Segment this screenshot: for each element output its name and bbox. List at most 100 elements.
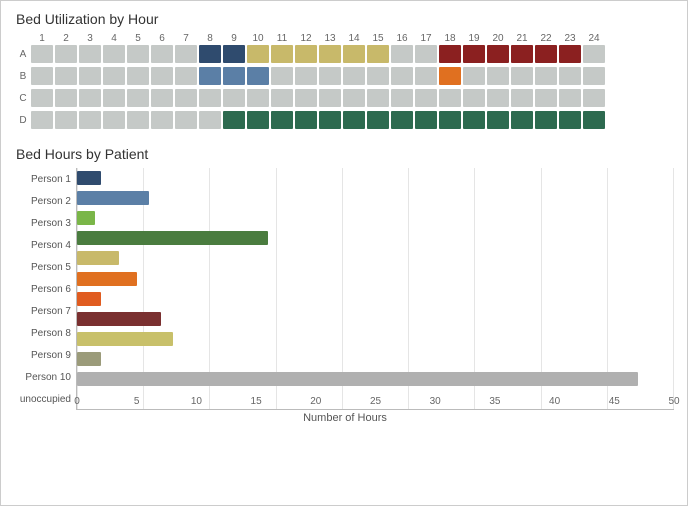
grid-cell <box>439 45 461 63</box>
grid-col-label: 23 <box>558 33 582 44</box>
bar <box>77 272 137 286</box>
grid-cell <box>535 111 557 129</box>
grid-cell <box>175 45 197 63</box>
grid-cell <box>151 67 173 85</box>
grid-cell <box>391 67 413 85</box>
grid-cell <box>343 45 365 63</box>
grid-cell <box>103 111 125 129</box>
grid-cell <box>31 45 53 63</box>
grid-cell <box>127 67 149 85</box>
grid-cell <box>511 67 533 85</box>
grid-cell <box>55 45 77 63</box>
grid-cell <box>343 67 365 85</box>
grid-cell <box>439 67 461 85</box>
grid-col-label: 18 <box>438 33 462 44</box>
grid-cell <box>535 89 557 107</box>
grid-col-label: 16 <box>390 33 414 44</box>
grid-cell <box>415 89 437 107</box>
bar-y-label: Person 10 <box>16 366 76 388</box>
bar-chart-title: Bed Hours by Patient <box>16 146 674 162</box>
grid-cell <box>271 45 293 63</box>
bar-row <box>77 349 674 369</box>
grid-cell <box>343 89 365 107</box>
grid-col-label: 9 <box>222 33 246 44</box>
x-axis-label: 40 <box>549 396 560 407</box>
grid-col-label: 19 <box>462 33 486 44</box>
grid-cell <box>487 45 509 63</box>
grid-cell <box>319 89 341 107</box>
grid-cell <box>247 89 269 107</box>
grid-cell <box>391 111 413 129</box>
grid-cell <box>559 111 581 129</box>
grid-cell <box>559 67 581 85</box>
grid-cell <box>175 67 197 85</box>
grid-cell <box>415 45 437 63</box>
grid-cell <box>319 111 341 129</box>
grid-cell <box>271 89 293 107</box>
main-container: Bed Utilization by Hour 1234567891011121… <box>1 1 688 507</box>
x-axis-label: 45 <box>609 396 620 407</box>
x-axis-label: 35 <box>489 396 500 407</box>
grid-cell <box>295 67 317 85</box>
bar-row <box>77 248 674 268</box>
grid-chart: 123456789101112131415161718192021222324 … <box>16 33 674 132</box>
bar <box>77 372 638 386</box>
bar-row <box>77 329 674 349</box>
grid-col-label: 7 <box>174 33 198 44</box>
bar <box>77 352 101 366</box>
grid-cell <box>439 89 461 107</box>
bar-row <box>77 309 674 329</box>
grid-cell <box>175 89 197 107</box>
bar-row <box>77 168 674 188</box>
x-axis-label: 25 <box>370 396 381 407</box>
grid-cell <box>55 89 77 107</box>
grid-col-label: 22 <box>534 33 558 44</box>
grid-col-label: 3 <box>78 33 102 44</box>
grid-row: A <box>16 44 674 64</box>
x-axis-label: 20 <box>310 396 321 407</box>
bars-wrapper <box>77 168 674 389</box>
grid-cell <box>151 45 173 63</box>
grid-cell <box>295 111 317 129</box>
grid-cell <box>535 45 557 63</box>
grid-col-label: 15 <box>366 33 390 44</box>
grid-cell <box>199 111 221 129</box>
grid-cell <box>151 89 173 107</box>
bar-row <box>77 228 674 248</box>
grid-row-label: D <box>16 115 30 126</box>
grid-cell <box>199 67 221 85</box>
grid-cell <box>415 111 437 129</box>
bar <box>77 211 95 225</box>
grid-cell <box>343 111 365 129</box>
grid-cell <box>295 89 317 107</box>
grid-cell <box>223 45 245 63</box>
bar-row <box>77 208 674 228</box>
x-axis-labels: 05101520253035404550 <box>77 389 674 409</box>
bar-y-label: Person 2 <box>16 190 76 212</box>
grid-chart-title: Bed Utilization by Hour <box>16 11 674 27</box>
grid-cell <box>583 111 605 129</box>
grid-col-label: 24 <box>582 33 606 44</box>
bar-y-label: Person 9 <box>16 344 76 366</box>
bar-chart-container: Person 1Person 2Person 3Person 4Person 5… <box>16 168 674 410</box>
grid-col-label: 1 <box>30 33 54 44</box>
grid-header-row: 123456789101112131415161718192021222324 <box>30 33 674 44</box>
grid-cell <box>367 67 389 85</box>
grid-cell <box>271 111 293 129</box>
bar-row <box>77 369 674 389</box>
grid-col-label: 20 <box>486 33 510 44</box>
grid-cell <box>319 45 341 63</box>
grid-cell <box>175 111 197 129</box>
grid-col-label: 21 <box>510 33 534 44</box>
grid-cell <box>55 67 77 85</box>
grid-col-label: 4 <box>102 33 126 44</box>
grid-col-label: 5 <box>126 33 150 44</box>
grid-cell <box>367 45 389 63</box>
bar <box>77 332 173 346</box>
grid-cell <box>559 89 581 107</box>
bar-y-label: Person 6 <box>16 278 76 300</box>
bar-chart-area: 05101520253035404550 <box>76 168 674 410</box>
grid-cell <box>583 89 605 107</box>
grid-cell <box>487 67 509 85</box>
grid-col-label: 10 <box>246 33 270 44</box>
